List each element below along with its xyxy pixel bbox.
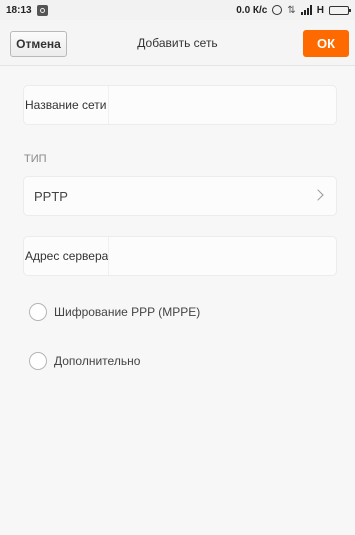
alarm-icon [272,5,283,15]
network-name-label: Название сети [25,98,107,112]
ok-button[interactable]: ОК [303,30,349,57]
server-address-field[interactable]: Адрес сервера [23,236,337,276]
mppe-checkbox-row[interactable]: Шифрование PPP (MPPE) [29,303,200,321]
network-name-field[interactable]: Название сети [23,85,337,125]
network-type: H [316,4,324,16]
status-bar: 18:13 0.0 К/с ⇅ H [0,0,355,20]
field-divider [108,86,109,124]
notification-icon [36,4,48,16]
header-bar: Отмена Добавить сеть ОК [0,20,355,66]
field-divider [108,237,109,275]
mppe-label: Шифрование PPP (MPPE) [54,305,201,319]
advanced-label: Дополнительно [54,354,141,368]
advanced-checkbox[interactable] [29,352,47,370]
battery-icon [329,5,351,15]
mppe-checkbox[interactable] [29,303,47,321]
status-bar-left: 18:13 [6,4,48,16]
status-bar-right: 0.0 К/с ⇅ H [236,4,351,16]
advanced-checkbox-row[interactable]: Дополнительно [29,352,140,370]
type-section-label: ТИП [24,153,47,165]
server-address-label: Адрес сервера [25,249,109,263]
page-title: Добавить сеть [137,36,218,50]
network-speed: 0.0 К/с [236,4,268,16]
status-time: 18:13 [6,4,32,16]
data-arrows-icon: ⇅ [287,4,296,16]
chevron-right-icon [312,189,324,201]
vpn-type-value: PPTP [34,188,68,204]
vpn-type-select[interactable]: PPTP [23,176,337,216]
signal-icon [300,5,312,15]
